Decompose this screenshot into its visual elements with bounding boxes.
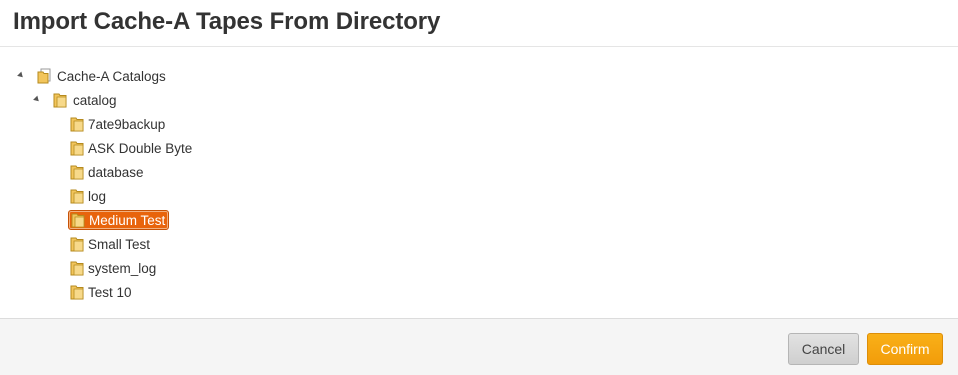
tree-node-label: 7ate9backup bbox=[88, 116, 166, 132]
tree-node-label: database bbox=[88, 164, 144, 180]
folder-icon bbox=[71, 213, 85, 228]
tree-item[interactable]: system_log bbox=[68, 258, 159, 278]
dialog-footer: Cancel Confirm bbox=[0, 318, 958, 375]
folder-icon bbox=[70, 261, 84, 276]
expand-toggle-icon[interactable] bbox=[33, 95, 41, 104]
tree-item[interactable]: ASK Double Byte bbox=[68, 138, 195, 158]
tree-node-label: log bbox=[88, 188, 107, 204]
tree-node-item[interactable]: 7ate9backup bbox=[68, 114, 168, 134]
folder-icon bbox=[70, 189, 84, 204]
tree-node-label: Medium Test bbox=[89, 212, 166, 228]
folder-icon bbox=[70, 237, 84, 252]
folder-icon bbox=[53, 93, 67, 108]
tree-node-item[interactable]: system_log bbox=[68, 258, 159, 278]
tree-node-label: ASK Double Byte bbox=[88, 140, 193, 156]
tree-node-label: Test 10 bbox=[88, 284, 132, 300]
tree-node-label: Small Test bbox=[88, 236, 151, 252]
tree-node-label: catalog bbox=[73, 92, 117, 108]
cancel-button[interactable]: Cancel bbox=[788, 333, 859, 365]
dialog-title: Import Cache-A Tapes From Directory bbox=[13, 8, 441, 35]
tree-node-item[interactable]: Medium Test bbox=[68, 210, 170, 230]
tree-node-item[interactable]: ASK Double Byte bbox=[68, 138, 195, 158]
tree-node-root[interactable]: Cache-A Catalogs bbox=[17, 66, 169, 86]
folder-icon bbox=[70, 141, 84, 156]
tree-item[interactable]: Small Test bbox=[68, 234, 153, 254]
tree-item[interactable]: log bbox=[68, 186, 109, 206]
selected-tree-item[interactable]: Medium Test bbox=[68, 210, 170, 230]
folder-icon bbox=[70, 285, 84, 300]
tree-node-item[interactable]: log bbox=[68, 186, 109, 206]
expand-toggle-icon[interactable] bbox=[17, 71, 25, 80]
tree-item[interactable]: Test 10 bbox=[68, 282, 135, 302]
tree-item[interactable]: database bbox=[68, 162, 147, 182]
dialog-header: Import Cache-A Tapes From Directory bbox=[0, 0, 958, 47]
folder-icon bbox=[70, 117, 84, 132]
tree-node-item[interactable]: database bbox=[68, 162, 147, 182]
folder-icon bbox=[70, 165, 84, 180]
confirm-button[interactable]: Confirm bbox=[867, 333, 943, 365]
tree-node-label: system_log bbox=[88, 260, 157, 276]
tree-item[interactable]: 7ate9backup bbox=[68, 114, 168, 134]
tree-node-catalog[interactable]: catalog bbox=[33, 90, 120, 110]
tree-node-item[interactable]: Small Test bbox=[68, 234, 153, 254]
catalog-folder-icon bbox=[37, 68, 51, 84]
tree-node-item[interactable]: Test 10 bbox=[68, 282, 135, 302]
import-dialog: Import Cache-A Tapes From Directory Cach… bbox=[0, 0, 958, 375]
tree-node-label: Cache-A Catalogs bbox=[57, 68, 166, 84]
